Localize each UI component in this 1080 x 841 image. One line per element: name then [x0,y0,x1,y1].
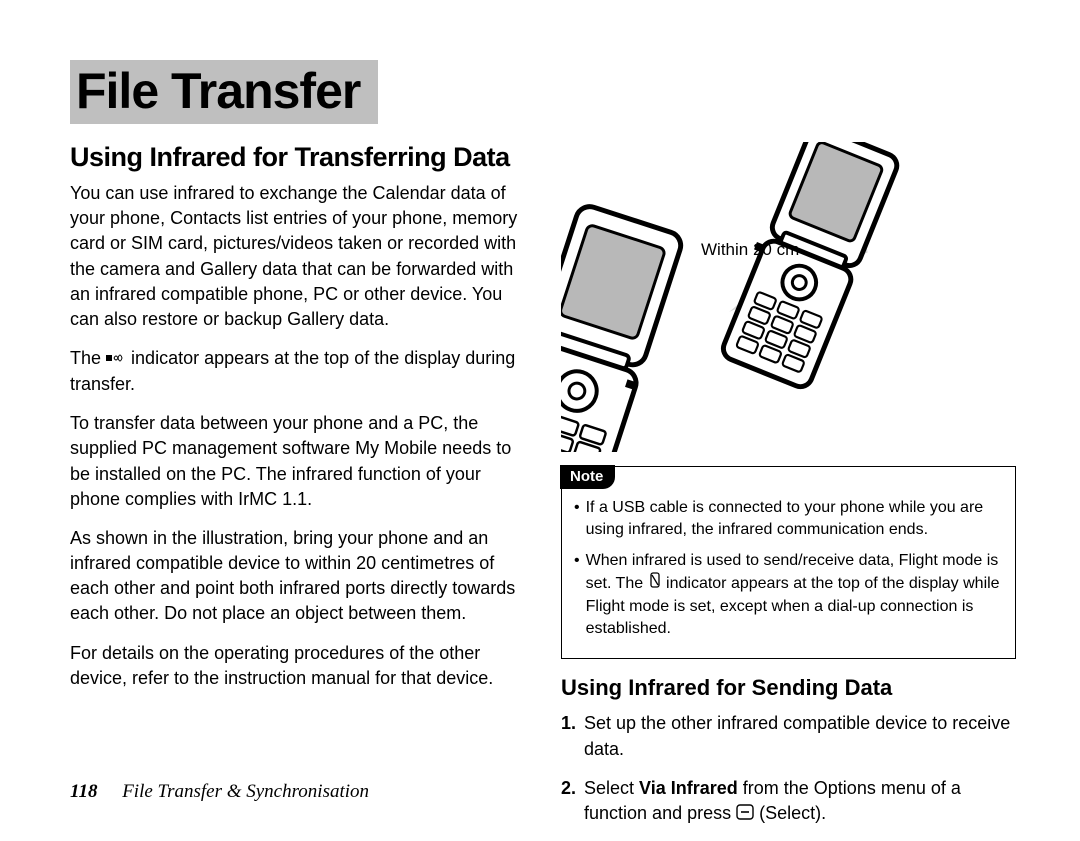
footer-section-title: File Transfer & Synchronisation [122,781,369,802]
note-item-usb: If a USB cable is connected to your phon… [574,497,1003,542]
note-tab-label: Note [560,465,615,489]
page-title: File Transfer [70,60,378,124]
text: indicator appears at the top of the disp… [70,348,515,394]
page-footer: 118 File Transfer & Synchronisation [70,781,369,803]
steps-list: 1. Set up the other infrared compatible … [561,711,1016,826]
two-phones-infrared-illustration [561,142,1016,452]
note-box: Note If a USB cable is connected to your… [561,466,1016,659]
note-item-flight-mode: When infrared is used to send/receive da… [574,550,1003,641]
step-text: Select Via Infrared from the Options men… [584,776,1016,827]
step-text: Set up the other infrared compatible dev… [584,711,1016,761]
page-number: 118 [70,781,97,802]
bold-via-infrared: Via Infrared [639,778,738,798]
step-number: 2. [561,776,576,827]
infrared-indicator-icon [106,347,126,372]
section-heading-sending: Using Infrared for Sending Data [561,675,1016,701]
flight-mode-indicator-icon [648,572,662,595]
section-heading-transferring: Using Infrared for Transferring Data [70,142,525,173]
paragraph-indicator: The indicator appears at the top of the … [70,346,525,397]
paragraph-pc-software: To transfer data between your phone and … [70,411,525,512]
step-number: 1. [561,711,576,761]
softkey-icon [736,802,754,827]
left-column: Using Infrared for Transferring Data You… [70,142,525,841]
step-1: 1. Set up the other infrared compatible … [561,711,1016,761]
illustration-distance-label: Within 20 cm [701,240,799,260]
paragraph-other-device: For details on the operating procedures … [70,641,525,691]
two-column-layout: Using Infrared for Transferring Data You… [70,142,1020,841]
step-2: 2. Select Via Infrared from the Options … [561,776,1016,827]
right-column: Within 20 cm Note If a USB cable is conn… [561,142,1016,841]
paragraph-distance: As shown in the illustration, bring your… [70,526,525,627]
paragraph-intro: You can use infrared to exchange the Cal… [70,181,525,332]
infrared-illustration: Within 20 cm [561,142,1016,452]
text: The [70,348,106,368]
note-list: If a USB cable is connected to your phon… [574,497,1003,640]
